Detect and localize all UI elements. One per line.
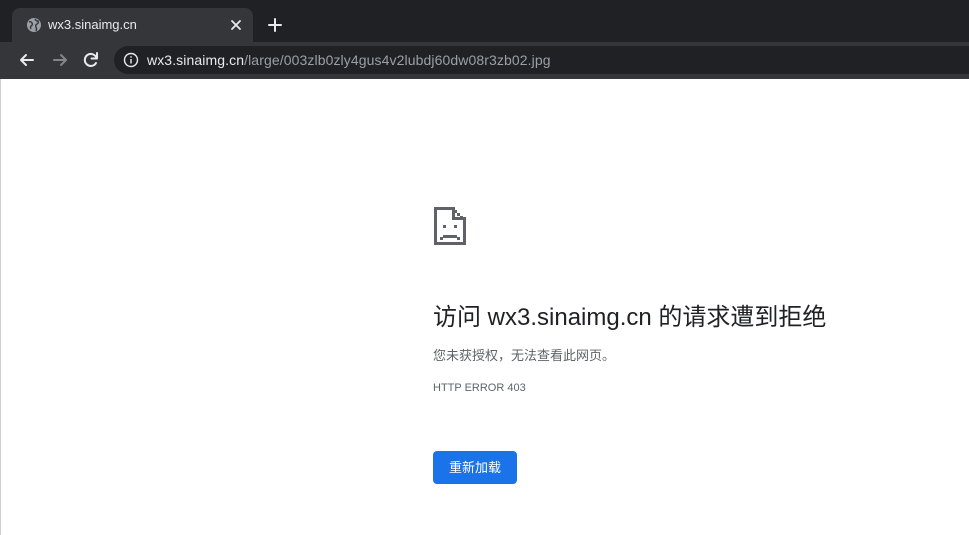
globe-icon	[27, 18, 41, 32]
url-host: wx3.sinaimg.cn	[147, 52, 245, 68]
url-path: /large/003zlb0zly4gus4v2lubdj60dw08r3zb0…	[244, 52, 551, 68]
tab-strip: wx3.sinaimg.cn	[0, 0, 969, 42]
back-arrow-icon[interactable]	[17, 50, 37, 70]
page-content: 访问 wx3.sinaimg.cn 的请求遭到拒绝 您未获授权，无法查看此网页。…	[0, 79, 969, 535]
tab-active[interactable]: wx3.sinaimg.cn	[12, 8, 253, 42]
close-icon[interactable]	[228, 17, 244, 33]
browser-chrome: wx3.sinaimg.cn wx3.sinaimg.cn/large/003z…	[0, 0, 969, 79]
forward-arrow-icon[interactable]	[50, 50, 70, 70]
toolbar: wx3.sinaimg.cn/large/003zlb0zly4gus4v2lu…	[0, 42, 969, 79]
plus-icon[interactable]	[266, 16, 284, 34]
info-icon[interactable]	[123, 52, 139, 68]
address-url[interactable]: wx3.sinaimg.cn/large/003zlb0zly4gus4v2lu…	[147, 52, 551, 68]
sad-file-icon	[434, 207, 466, 245]
error-message: 您未获授权，无法查看此网页。	[433, 348, 616, 363]
error-code: HTTP ERROR 403	[433, 382, 526, 394]
tab-title: wx3.sinaimg.cn	[48, 17, 137, 32]
address-bar[interactable]: wx3.sinaimg.cn/large/003zlb0zly4gus4v2lu…	[114, 46, 969, 74]
reload-button[interactable]: 重新加载	[433, 451, 517, 484]
reload-icon[interactable]	[81, 50, 101, 70]
error-heading: 访问 wx3.sinaimg.cn 的请求遭到拒绝	[433, 304, 827, 331]
